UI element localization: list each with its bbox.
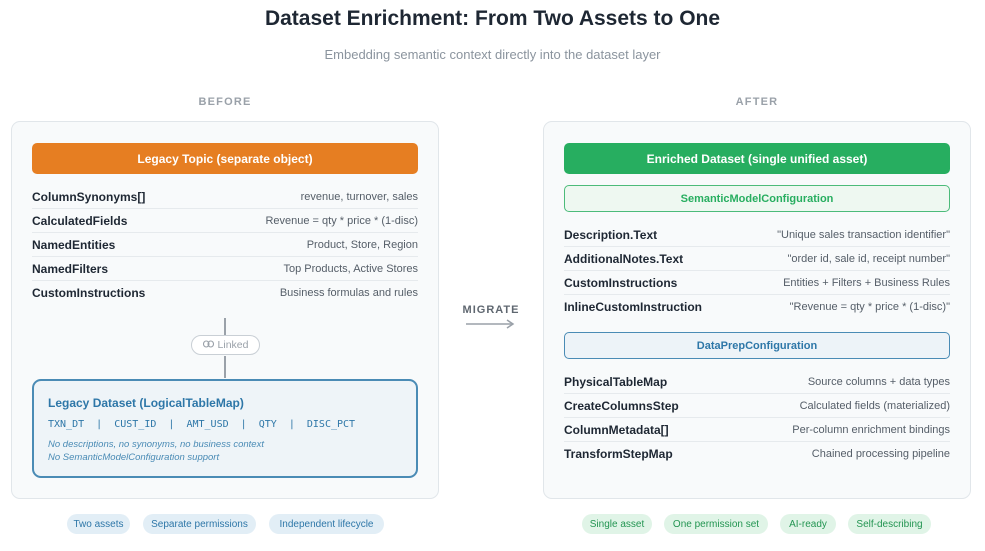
legacy-dataset-note: No descriptions, no synonyms, no busines…: [48, 439, 264, 450]
row-value: Business formulas and rules: [279, 287, 418, 299]
semantic-row: Description.Text "Unique sales transacti…: [564, 223, 950, 247]
legacy-dataset-box: Legacy Dataset (LogicalTableMap) TXN_DT …: [32, 379, 418, 478]
link-icon: [202, 339, 214, 351]
page-subtitle: Embedding semantic context directly into…: [324, 47, 661, 62]
legacy-topic-header: Legacy Topic (separate object): [32, 143, 418, 174]
linked-badge: Linked: [191, 335, 260, 355]
dataprep-row: TransformStepMap Chained processing pipe…: [564, 442, 950, 466]
after-panel: Enriched Dataset (single unified asset) …: [543, 121, 971, 499]
row-value: "order id, sale id, receipt number": [787, 252, 951, 265]
before-row: CustomInstructions Business formulas and…: [32, 281, 418, 305]
row-value: Entities + Filters + Business Rules: [783, 276, 950, 289]
row-value: Per-column enrichment bindings: [792, 423, 950, 436]
tag-single-asset: Single asset: [582, 514, 652, 534]
row-value: Source columns + data types: [807, 375, 950, 388]
row-key: TransformStepMap: [564, 447, 673, 461]
after-label: AFTER: [735, 96, 779, 108]
before-label: BEFORE: [198, 96, 252, 108]
row-key: AdditionalNotes.Text: [564, 251, 684, 266]
row-key: CalculatedFields: [32, 213, 128, 228]
before-row: ColumnSynonyms[] revenue, turnover, sale…: [32, 185, 418, 209]
data-prep-config-box: DataPrepConfiguration: [564, 332, 950, 359]
before-panel: Legacy Topic (separate object) ColumnSyn…: [11, 121, 439, 499]
connector-line-top: [224, 318, 226, 336]
row-value: Revenue = qty * price * (1-disc): [265, 214, 418, 227]
row-key: PhysicalTableMap: [564, 374, 668, 389]
row-value: "Revenue = qty * price * (1-disc)": [789, 301, 950, 313]
legacy-dataset-columns: TXN_DT | CUST_ID | AMT_USD | QTY | DISC_…: [48, 419, 356, 430]
semantic-row: AdditionalNotes.Text "order id, sale id,…: [564, 247, 950, 271]
before-row: NamedFilters Top Products, Active Stores: [32, 257, 418, 281]
tag-self-describing: Self-describing: [848, 514, 931, 534]
row-value: Chained processing pipeline: [811, 448, 950, 460]
migrate-label: MIGRATE: [462, 304, 520, 316]
dataprep-row: PhysicalTableMap Source columns + data t…: [564, 370, 950, 394]
semantic-row: InlineCustomInstruction "Revenue = qty *…: [564, 295, 950, 319]
row-key: NamedEntities: [32, 237, 116, 252]
linked-label: Linked: [217, 339, 249, 351]
tag-one-permission-set: One permission set: [664, 514, 768, 534]
row-key: CreateColumnsStep: [564, 398, 679, 413]
before-row: CalculatedFields Revenue = qty * price *…: [32, 209, 418, 233]
row-key: ColumnMetadata[]: [564, 422, 669, 437]
row-key: Description.Text: [564, 227, 658, 242]
semantic-row: CustomInstructions Entities + Filters + …: [564, 271, 950, 295]
before-row: NamedEntities Product, Store, Region: [32, 233, 418, 257]
row-key: InlineCustomInstruction: [564, 300, 702, 314]
tag-separate-permissions: Separate permissions: [143, 514, 256, 534]
tag-independent-lifecycle: Independent lifecycle: [269, 514, 384, 534]
row-value: Product, Store, Region: [306, 238, 418, 251]
semantic-model-config-box: SemanticModelConfiguration: [564, 185, 950, 212]
row-value: revenue, turnover, sales: [300, 190, 418, 203]
row-value: Calculated fields (materialized): [799, 399, 950, 412]
legacy-dataset-title: Legacy Dataset (LogicalTableMap): [48, 396, 244, 410]
arrow-right-icon: [466, 319, 515, 329]
connector-line-bottom: [224, 356, 226, 378]
legacy-dataset-note: No SemanticModelConfiguration support: [48, 452, 220, 463]
dataprep-row: CreateColumnsStep Calculated fields (mat…: [564, 394, 950, 418]
row-value: Top Products, Active Stores: [283, 262, 418, 275]
row-key: NamedFilters: [32, 261, 109, 276]
tag-two-assets: Two assets: [67, 514, 130, 534]
page-title: Dataset Enrichment: From Two Assets to O…: [264, 7, 721, 30]
dataprep-row: ColumnMetadata[] Per-column enrichment b…: [564, 418, 950, 442]
tag-ai-ready: AI-ready: [780, 514, 836, 534]
row-value: "Unique sales transaction identifier": [777, 228, 950, 241]
row-key: CustomInstructions: [32, 286, 146, 300]
row-key: ColumnSynonyms[]: [32, 189, 146, 204]
row-key: CustomInstructions: [564, 275, 678, 290]
enriched-dataset-header: Enriched Dataset (single unified asset): [564, 143, 950, 174]
